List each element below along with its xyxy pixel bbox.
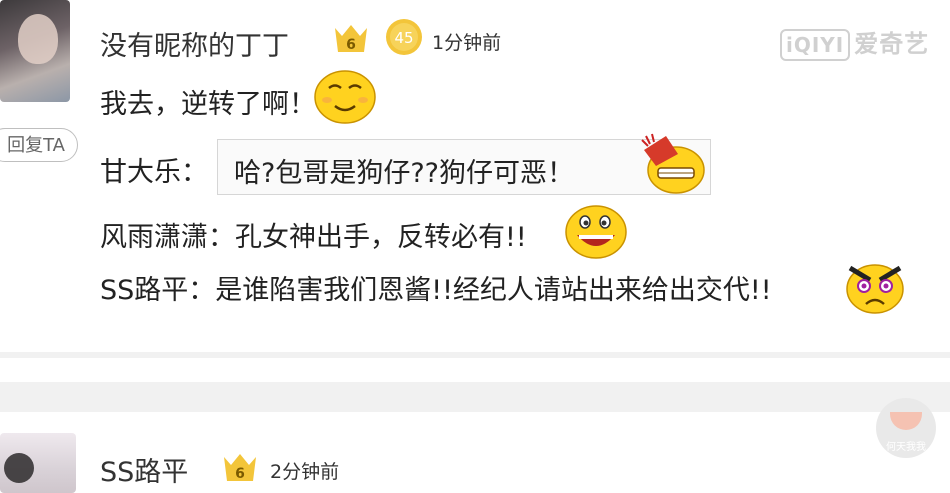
reply-item: 甘大乐： [100,150,208,189]
reply-text: 哈?包哥是狗仔??狗仔可恶！ [234,158,574,189]
reply-text: 是谁陷害我们恩酱!!经纪人请站出来给出交代!! [215,275,772,306]
floating-bubble-button[interactable]: 何天我我 [876,398,936,458]
laughing-emoji-icon [563,203,629,265]
user-avatar[interactable] [0,0,70,102]
comment-time: 1分钟前 [432,32,502,54]
reply-item: 风雨潇潇：孔女神出手，反转必有!! [100,215,527,254]
vip-level-text: 6 [235,466,245,482]
watermark-text: 爱奇艺 [854,30,930,58]
fan-level-text: 45 [394,29,413,47]
shy-emoji-icon [313,68,377,128]
angry-hammer-emoji-icon [638,132,710,200]
reply-item: SS路平：是谁陷害我们恩酱!!经纪人请站出来给出交代!! [100,268,772,307]
iqiyi-watermark: iQIYI 爱奇艺 [780,24,929,61]
comment-username[interactable]: 没有昵称的丁丁 [100,24,289,63]
reply-button[interactable]: 回复TA [0,128,78,162]
angry-emoji-icon [842,258,908,320]
vip-level-badge: 6 [221,451,259,485]
section-divider [0,352,950,358]
fan-level-badge: 45 [384,17,424,57]
user-avatar[interactable] [0,433,76,493]
floating-bubble-label: 何天我我 [886,442,926,453]
reply-user[interactable]: 风雨潇潇： [100,222,235,253]
reply-text: 孔女神出手，反转必有!! [235,222,527,253]
reply-user[interactable]: SS路平： [100,275,215,306]
vip-level-text: 6 [346,37,356,53]
comment-time: 2分钟前 [270,461,340,483]
reply-user[interactable]: 甘大乐： [100,157,208,188]
section-divider [0,382,950,412]
vip-level-badge: 6 [332,22,370,56]
watermark-logo-box: iQIYI [780,29,851,61]
comment-content: 我去，逆转了啊！ [100,89,316,120]
comment-username[interactable]: SS路平 [100,450,188,489]
